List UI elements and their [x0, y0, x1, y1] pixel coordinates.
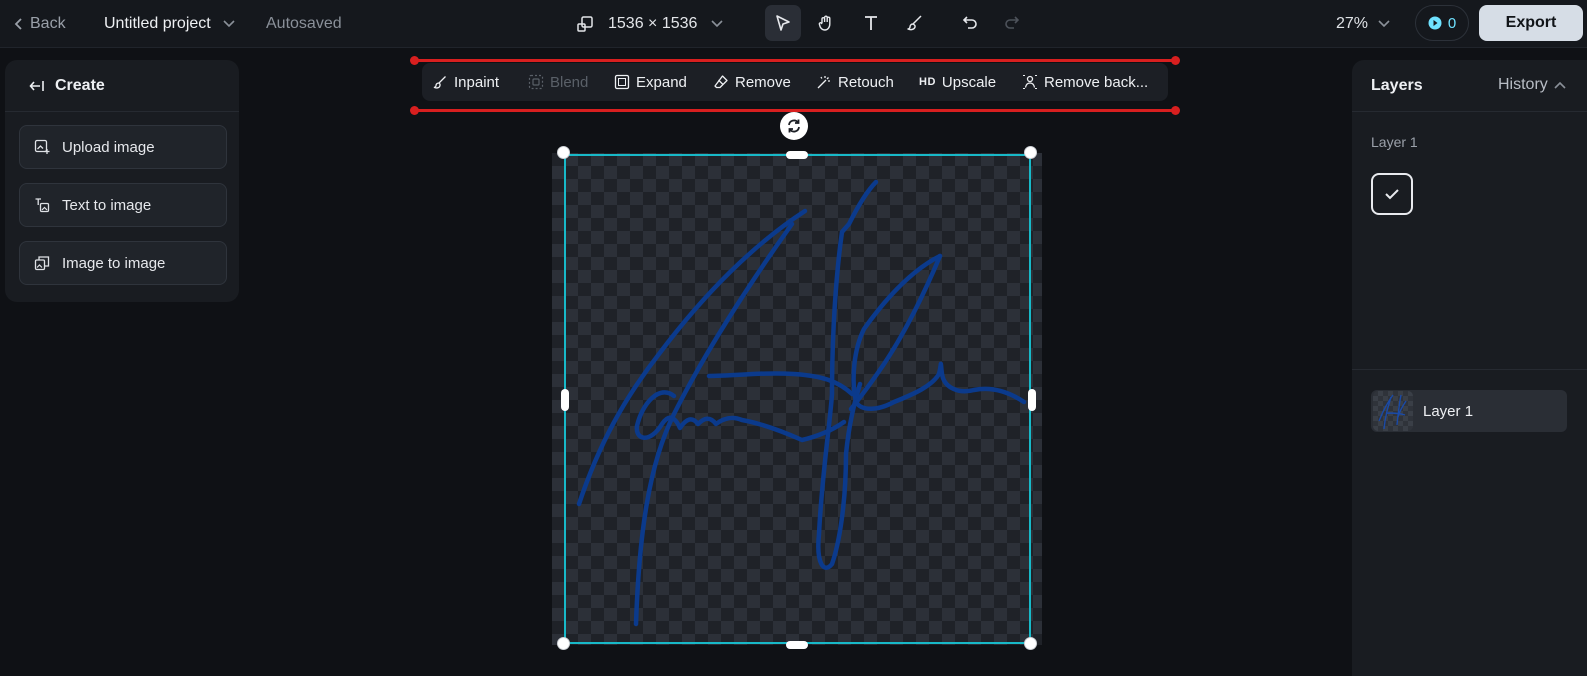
retouch-label: Retouch — [838, 73, 894, 91]
selection-box[interactable] — [564, 154, 1031, 644]
expand-icon — [614, 74, 630, 90]
divider — [1352, 369, 1587, 370]
hd-icon: HD — [919, 76, 936, 88]
text-icon — [865, 16, 877, 30]
chevron-up-icon — [1554, 81, 1566, 89]
upload-image-button[interactable]: Upload image — [19, 125, 227, 169]
image-to-image-icon — [34, 256, 50, 271]
resize-icon — [577, 16, 593, 32]
text-to-image-button[interactable]: Text to image — [19, 183, 227, 227]
remove-background-button[interactable]: Remove back... — [1022, 63, 1148, 101]
rotate-icon — [788, 119, 800, 133]
layer-visibility-checkbox[interactable] — [1371, 173, 1413, 215]
check-icon — [1385, 189, 1399, 200]
layers-panel: Layers History Layer 1 Layer 1 — [1352, 60, 1587, 676]
resize-handle-bottom[interactable] — [786, 641, 808, 649]
autosaved-status: Autosaved — [266, 15, 342, 32]
rotate-handle[interactable] — [780, 112, 808, 140]
hand-icon — [818, 15, 831, 31]
hand-tool-button[interactable] — [808, 5, 844, 41]
inpaint-icon — [433, 76, 446, 89]
remove-background-label: Remove back... — [1044, 73, 1149, 91]
back-button[interactable]: Back — [14, 12, 66, 36]
chevron-down-icon — [711, 20, 723, 28]
project-name: Untitled project — [104, 15, 211, 32]
guide-dot — [1171, 106, 1180, 115]
resize-handle-top-left[interactable] — [557, 146, 570, 159]
inpaint-label: Inpaint — [454, 73, 500, 91]
signature-thumbnail-icon — [1378, 394, 1407, 430]
redo-button[interactable] — [994, 5, 1030, 41]
layers-panel-header: Layers History — [1352, 60, 1587, 112]
upscale-button[interactable]: HD Upscale — [919, 63, 996, 101]
inpaint-button[interactable]: Inpaint — [432, 63, 499, 101]
expand-label: Expand — [636, 73, 687, 91]
undo-button[interactable] — [952, 5, 988, 41]
remove-label: Remove — [735, 73, 791, 91]
guide-dot — [410, 106, 419, 115]
create-panel: Create Upload image Text to image Image … — [5, 60, 239, 302]
credits-badge[interactable]: 0 — [1415, 5, 1469, 41]
text-tool-button[interactable] — [853, 5, 889, 41]
top-bar: Back Untitled project Autosaved 1536 × 1… — [0, 0, 1587, 48]
brush-icon — [907, 15, 922, 31]
upload-image-label: Upload image — [62, 138, 155, 156]
image-to-image-button[interactable]: Image to image — [19, 241, 227, 285]
resize-handle-top-right[interactable] — [1024, 146, 1037, 159]
eraser-icon — [714, 75, 728, 89]
blend-button[interactable]: Blend — [528, 63, 588, 101]
remove-button[interactable]: Remove — [713, 63, 791, 101]
layer-thumbnail — [1373, 391, 1413, 431]
chevron-down-icon — [1378, 20, 1390, 28]
resize-handle-left[interactable] — [561, 389, 569, 411]
history-tab[interactable]: History — [1498, 76, 1566, 94]
resize-handle-right[interactable] — [1028, 389, 1036, 411]
text-to-image-icon — [35, 198, 50, 213]
retouch-button[interactable]: Retouch — [816, 63, 894, 101]
layers-tab[interactable]: Layers — [1371, 77, 1423, 95]
chevron-left-icon — [14, 18, 22, 30]
credits-count: 0 — [1447, 14, 1457, 32]
chevron-down-icon — [223, 20, 235, 28]
credit-coin-icon — [1428, 16, 1442, 30]
edit-toolbar: Inpaint Blend Expand Remove Retouch HD U… — [422, 63, 1168, 101]
canvas-size-label: 1536 × 1536 — [608, 15, 698, 32]
upscale-label: Upscale — [941, 73, 997, 91]
text-to-image-label: Text to image — [62, 196, 152, 214]
project-name-dropdown[interactable]: Untitled project — [104, 12, 235, 36]
create-panel-title: Create — [55, 76, 105, 94]
redo-icon — [1005, 16, 1020, 29]
expand-button[interactable]: Expand — [614, 63, 687, 101]
blend-label: Blend — [550, 73, 589, 91]
resize-handle-top[interactable] — [786, 151, 808, 159]
layer-section-label: Layer 1 — [1371, 134, 1418, 150]
resize-handle-bottom-right[interactable] — [1024, 637, 1037, 650]
history-label: History — [1498, 76, 1548, 93]
layer-list-item[interactable]: Layer 1 — [1371, 390, 1567, 432]
image-to-image-label: Image to image — [62, 254, 166, 272]
guide-dot — [1171, 56, 1180, 65]
remove-background-icon — [1023, 74, 1037, 90]
collapse-left-icon — [29, 80, 44, 91]
undo-icon — [962, 16, 977, 29]
layer-name: Layer 1 — [1423, 402, 1474, 420]
guide-dot — [410, 56, 419, 65]
resize-handle-bottom-left[interactable] — [557, 637, 570, 650]
blend-icon — [528, 74, 544, 90]
select-tool-button[interactable] — [765, 5, 801, 41]
create-panel-header[interactable]: Create — [5, 60, 239, 112]
zoom-dropdown[interactable]: 27% — [1336, 12, 1390, 36]
select-icon — [776, 15, 790, 31]
zoom-level: 27% — [1336, 15, 1369, 32]
guide-line-top — [414, 59, 1174, 62]
upload-image-icon — [34, 139, 50, 154]
export-button[interactable]: Export — [1479, 5, 1583, 41]
canvas-size-dropdown[interactable]: 1536 × 1536 — [576, 10, 723, 38]
magic-wand-icon — [817, 76, 830, 89]
brush-tool-button[interactable] — [897, 5, 933, 41]
back-label: Back — [30, 15, 66, 32]
